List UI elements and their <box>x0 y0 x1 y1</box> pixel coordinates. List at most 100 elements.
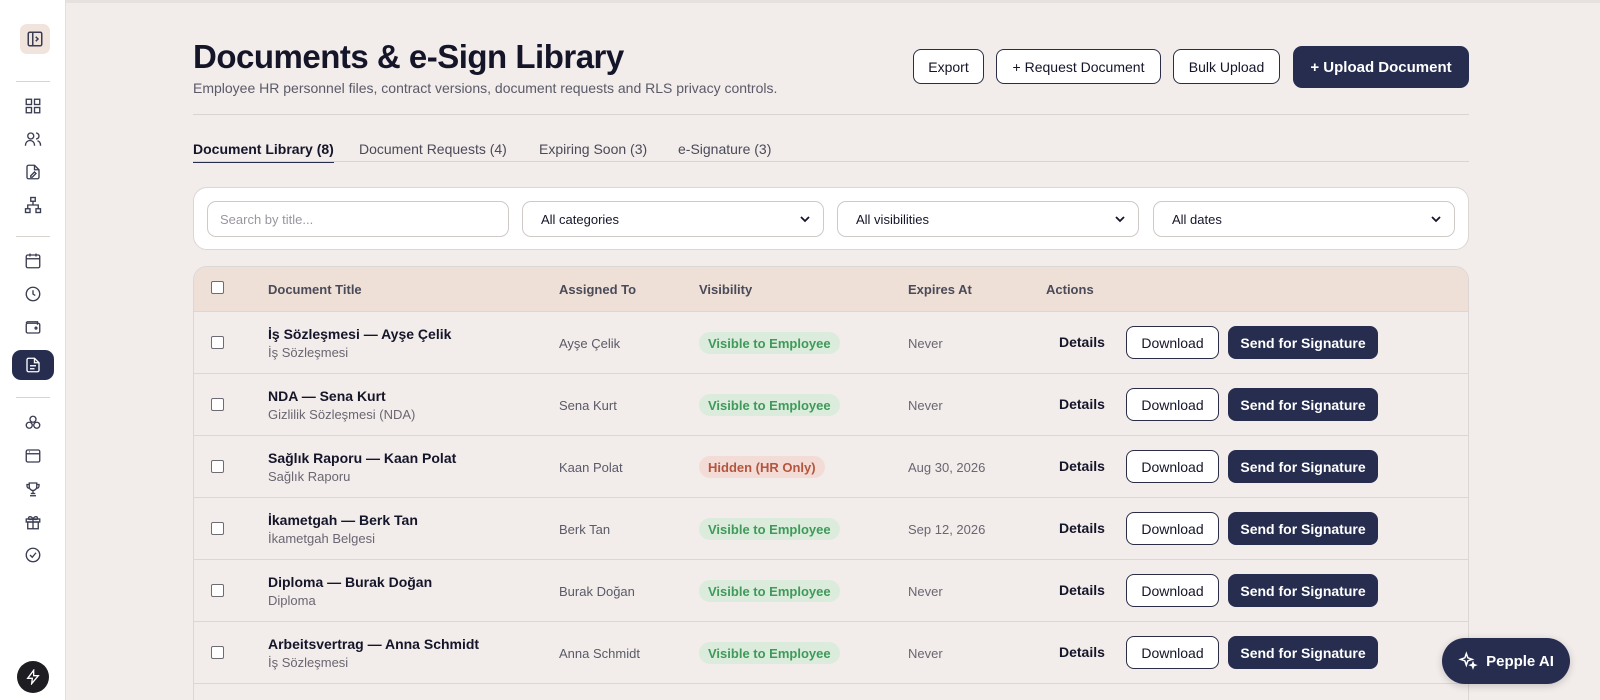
pepple-ai-label: Pepple AI <box>1486 652 1554 670</box>
download-button[interactable]: Download <box>1126 512 1219 545</box>
send-for-signature-button[interactable]: Send for Signature <box>1228 512 1378 545</box>
sidebar-item-modules[interactable] <box>12 408 54 438</box>
sidebar-item-tasks[interactable] <box>12 540 54 570</box>
document-icon <box>26 357 40 373</box>
download-button[interactable]: Download <box>1126 636 1219 669</box>
send-for-signature-button[interactable]: Send for Signature <box>1228 574 1378 607</box>
expires-at: Aug 30, 2026 <box>908 460 986 475</box>
sidebar-item-awards[interactable] <box>12 474 54 504</box>
lightning-icon <box>26 669 40 685</box>
download-button[interactable]: Download <box>1126 574 1219 607</box>
sidebar-item-org-chart[interactable] <box>12 190 54 220</box>
sidebar-toggle-button[interactable] <box>20 24 50 54</box>
download-button[interactable]: Download <box>1126 326 1219 359</box>
row-checkbox[interactable] <box>211 646 224 659</box>
trophy-icon <box>26 482 40 497</box>
sidebar-item-people[interactable] <box>12 124 54 154</box>
details-button[interactable]: Details <box>1059 582 1105 598</box>
sidebar-item-browser[interactable] <box>12 441 54 471</box>
sidebar-item-files[interactable] <box>12 157 54 187</box>
chevron-down-icon <box>1431 216 1441 223</box>
table-row: İkametgah — Berk Tan İkametgah Belgesi B… <box>194 498 1468 560</box>
table-row: NDA — Sena Kurt Gizlilik Sözleşmesi (NDA… <box>194 374 1468 436</box>
document-title[interactable]: İkametgah — Berk Tan <box>268 512 418 528</box>
column-header-assigned[interactable]: Assigned To <box>559 282 636 297</box>
category-select[interactable]: All categories <box>522 201 824 237</box>
bulk-upload-button[interactable]: Bulk Upload <box>1173 49 1280 84</box>
document-category: Gizlilik Sözleşmesi (NDA) <box>268 407 416 422</box>
sidebar-item-dashboard[interactable] <box>12 91 54 121</box>
download-button[interactable]: Download <box>1126 388 1219 421</box>
document-title[interactable]: Arbeitsvertrag — Anna Schmidt <box>268 636 479 652</box>
table-header: Document Title Assigned To Visibility Ex… <box>194 267 1468 312</box>
details-button[interactable]: Details <box>1059 396 1105 412</box>
dates-select-value: All dates <box>1172 211 1222 227</box>
wallet-icon <box>25 321 41 334</box>
document-category: İş Sözleşmesi <box>268 655 349 670</box>
sidebar-item-documents[interactable] <box>12 350 54 380</box>
search-input[interactable] <box>207 201 509 237</box>
sidebar-divider <box>16 397 50 398</box>
tab-document-requests[interactable]: Document Requests (4) <box>359 141 507 161</box>
document-category: İş Sözleşmesi <box>268 345 349 360</box>
sidebar-item-time[interactable] <box>12 279 54 309</box>
boxes-icon <box>25 415 41 429</box>
row-checkbox[interactable] <box>211 584 224 597</box>
assigned-to: Ayşe Çelik <box>559 336 621 351</box>
document-title[interactable]: NDA — Sena Kurt <box>268 388 386 404</box>
document-title[interactable]: Diploma — Burak Doğan <box>268 574 432 590</box>
sidebar-divider <box>16 236 50 237</box>
column-header-expires[interactable]: Expires At <box>908 282 972 297</box>
document-title[interactable]: İş Sözleşmesi — Ayşe Çelik <box>268 326 451 342</box>
download-button[interactable]: Download <box>1126 450 1219 483</box>
visibility-select[interactable]: All visibilities <box>837 201 1139 237</box>
expires-at: Sep 12, 2026 <box>908 522 986 537</box>
row-checkbox[interactable] <box>211 336 224 349</box>
upload-document-button[interactable]: + Upload Document <box>1293 46 1469 88</box>
filter-bar: All categories All visibilities All date… <box>193 187 1469 250</box>
row-checkbox[interactable] <box>211 522 224 535</box>
table-row: Arbeitsvertrag — Anna Schmidt İş Sözleşm… <box>194 622 1468 684</box>
column-header-actions: Actions <box>1046 282 1094 297</box>
details-button[interactable]: Details <box>1059 334 1105 350</box>
details-button[interactable]: Details <box>1059 520 1105 536</box>
check-circle-icon <box>25 547 41 563</box>
tab-document-library[interactable]: Document Library (8) <box>193 141 334 163</box>
clock-icon <box>25 286 41 302</box>
page-subtitle: Employee HR personnel files, contract ve… <box>193 80 778 96</box>
quick-action-button[interactable] <box>17 661 49 693</box>
request-document-button[interactable]: + Request Document <box>996 49 1161 84</box>
document-category: Sağlık Raporu <box>268 469 351 484</box>
row-checkbox[interactable] <box>211 460 224 473</box>
sidebar-item-benefits[interactable] <box>12 507 54 537</box>
details-button[interactable]: Details <box>1059 644 1105 660</box>
send-for-signature-button[interactable]: Send for Signature <box>1228 450 1378 483</box>
visibility-badge: Visible to Employee <box>699 394 840 416</box>
column-header-title[interactable]: Document Title <box>268 282 362 297</box>
send-for-signature-button[interactable]: Send for Signature <box>1228 636 1378 669</box>
export-button[interactable]: Export <box>913 49 984 84</box>
document-title[interactable]: Sağlık Raporu — Kaan Polat <box>268 450 456 466</box>
sidebar-item-calendar[interactable] <box>12 246 54 276</box>
sidebar-toggle-icon <box>27 31 43 47</box>
tab-e-signature[interactable]: e-Signature (3) <box>678 141 771 161</box>
visibility-badge: Visible to Employee <box>699 332 840 354</box>
table-row: İş Sözleşmesi — Ayşe Çelik İş Sözleşmesi… <box>194 312 1468 374</box>
column-header-visibility[interactable]: Visibility <box>699 282 752 297</box>
send-for-signature-button[interactable]: Send for Signature <box>1228 326 1378 359</box>
table-row: Diploma — Burak Doğan Diploma Burak Doğa… <box>194 560 1468 622</box>
row-checkbox[interactable] <box>211 398 224 411</box>
sidebar <box>0 0 66 700</box>
details-button[interactable]: Details <box>1059 458 1105 474</box>
visibility-badge: Visible to Employee <box>699 642 840 664</box>
dates-select[interactable]: All dates <box>1153 201 1455 237</box>
calendar-icon <box>25 253 41 269</box>
send-for-signature-button[interactable]: Send for Signature <box>1228 388 1378 421</box>
pepple-ai-button[interactable]: Pepple AI <box>1442 638 1570 684</box>
tab-expiring-soon[interactable]: Expiring Soon (3) <box>539 141 647 161</box>
gift-icon <box>25 515 41 530</box>
grid-icon <box>25 98 41 114</box>
select-all-checkbox[interactable] <box>211 281 224 294</box>
chevron-down-icon <box>1115 216 1125 223</box>
sidebar-item-wallet[interactable] <box>12 312 54 342</box>
